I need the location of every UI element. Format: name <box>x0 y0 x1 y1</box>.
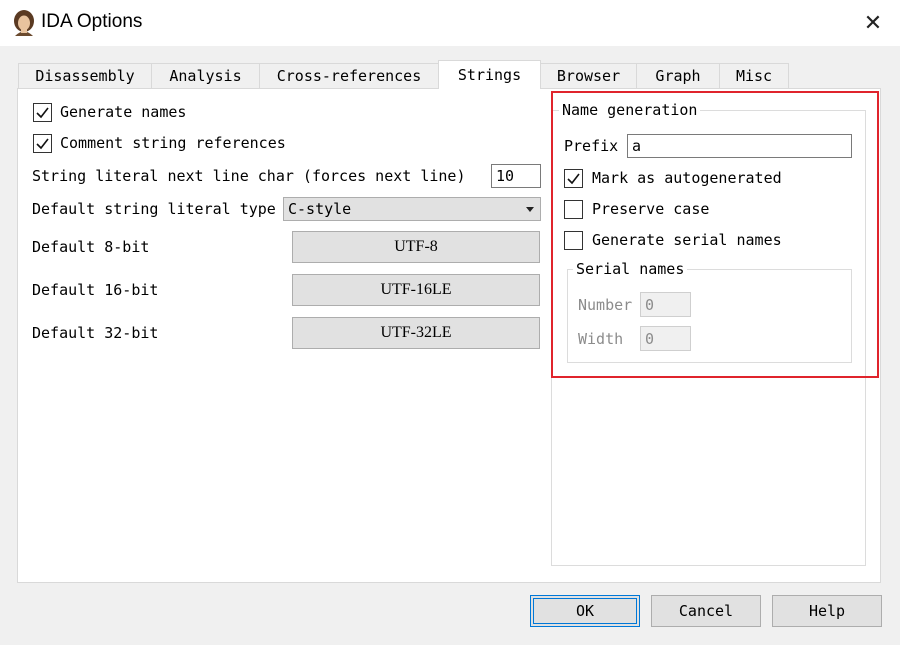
preserve-case-checkbox[interactable] <box>564 200 583 219</box>
name-generation-title: Name generation <box>559 101 701 119</box>
number-label: Number <box>578 296 633 314</box>
default-type-value: C-style <box>288 200 352 218</box>
width-input[interactable]: 0 <box>640 326 691 351</box>
preserve-case-label: Preserve case <box>592 200 710 218</box>
next-line-char-input[interactable]: 10 <box>491 164 541 188</box>
default-16bit-label: Default 16-bit <box>32 281 159 299</box>
comment-string-refs-label: Comment string references <box>60 134 286 152</box>
check-icon <box>36 138 49 150</box>
tab-strings[interactable]: Strings <box>438 60 541 89</box>
tab-misc[interactable]: Misc <box>719 63 789 88</box>
serial-names-title: Serial names <box>573 260 688 278</box>
comment-string-refs-checkbox[interactable] <box>33 134 52 153</box>
tab-graph[interactable]: Graph <box>636 63 720 88</box>
prefix-label: Prefix <box>564 137 619 155</box>
tab-cross-references[interactable]: Cross-references <box>259 63 439 88</box>
default-16bit-button[interactable]: UTF-16LE <box>292 274 540 306</box>
close-icon: ✕ <box>863 10 883 35</box>
default-8bit-button[interactable]: UTF-8 <box>292 231 540 263</box>
tab-analysis[interactable]: Analysis <box>151 63 260 88</box>
default-32bit-button[interactable]: UTF-32LE <box>292 317 540 349</box>
tab-browser[interactable]: Browser <box>540 63 637 88</box>
default-8bit-label: Default 8-bit <box>32 238 150 256</box>
generate-names-checkbox[interactable] <box>33 103 52 122</box>
close-button[interactable]: ✕ <box>852 6 894 40</box>
tab-disassembly[interactable]: Disassembly <box>18 63 152 88</box>
generate-serial-names-checkbox[interactable] <box>564 231 583 250</box>
mark-autogenerated-label: Mark as autogenerated <box>592 169 782 187</box>
default-type-label: Default string literal type <box>32 200 276 218</box>
width-label: Width <box>578 330 624 348</box>
help-button[interactable]: Help <box>772 595 882 627</box>
check-icon <box>36 107 49 119</box>
serial-names-group <box>567 269 852 363</box>
next-line-char-label: String literal next line char (forces ne… <box>32 167 466 185</box>
generate-names-label: Generate names <box>60 103 187 121</box>
ok-button[interactable]: OK <box>530 595 640 627</box>
window-title: IDA Options <box>41 11 143 32</box>
dropdown-arrow-icon <box>526 207 534 212</box>
check-icon <box>567 173 580 185</box>
generate-serial-names-label: Generate serial names <box>592 231 782 249</box>
mark-autogenerated-checkbox[interactable] <box>564 169 583 188</box>
cancel-button[interactable]: Cancel <box>651 595 761 627</box>
app-icon <box>12 9 36 37</box>
number-input[interactable]: 0 <box>640 292 691 317</box>
default-32bit-label: Default 32-bit <box>32 324 159 342</box>
default-type-select[interactable]: C-style <box>283 197 541 221</box>
prefix-input[interactable]: a <box>627 134 852 158</box>
